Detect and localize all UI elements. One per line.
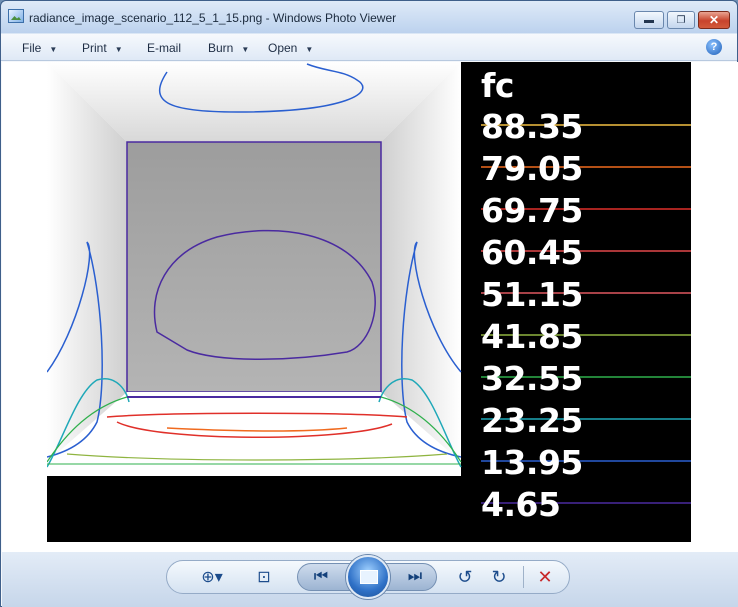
menu-burn-label: Burn xyxy=(208,41,234,55)
menu-open[interactable]: Open ▼ xyxy=(268,41,313,55)
delete-icon[interactable]: ✕ xyxy=(534,565,556,589)
menu-print[interactable]: Print ▼ xyxy=(82,41,123,55)
help-icon[interactable]: ? xyxy=(706,39,722,55)
minimize-button[interactable]: ▬ xyxy=(634,11,664,29)
menu-file[interactable]: File ▼ xyxy=(22,41,57,55)
menu-bar: File ▼ Print ▼ E-mail Burn ▼ Open ▼ xyxy=(1,34,737,61)
legend-value-13-95: 13.95 xyxy=(481,443,583,482)
legend-value-4-65: 4.65 xyxy=(481,485,561,524)
bottom-toolbar: ⊕▾ ⊡ ⏮ ⏭ ↺ ↻ ✕ xyxy=(2,552,738,607)
chevron-down-icon: ▼ xyxy=(305,45,314,54)
menu-email-label: E-mail xyxy=(147,41,182,55)
slideshow-icon xyxy=(360,570,378,584)
menu-print-label: Print xyxy=(82,41,107,55)
photo-viewer-app-icon xyxy=(8,9,24,23)
rotate-left-icon[interactable]: ↺ xyxy=(454,565,476,589)
chevron-down-icon: ▼ xyxy=(114,45,123,54)
next-icon[interactable]: ⏭ xyxy=(402,565,428,589)
legend-value-79-05: 79.05 xyxy=(481,149,583,188)
maximize-button[interactable]: ❐ xyxy=(667,11,695,29)
legend-value-51-15: 51.15 xyxy=(481,275,583,314)
menu-email[interactable]: E-mail xyxy=(147,41,181,55)
chevron-down-icon: ▼ xyxy=(49,45,58,54)
menu-burn[interactable]: Burn ▼ xyxy=(208,41,249,55)
close-button[interactable]: ✕ xyxy=(698,11,730,29)
window-title: radiance_image_scenario_112_5_1_15.png -… xyxy=(29,11,397,25)
title-bar[interactable]: radiance_image_scenario_112_5_1_15.png -… xyxy=(1,1,737,33)
legend-value-32-55: 32.55 xyxy=(481,359,583,398)
legend-unit-label: fc xyxy=(481,66,514,105)
menu-open-label: Open xyxy=(268,41,298,55)
legend-value-41-85: 41.85 xyxy=(481,317,583,356)
radiance-image: fc 88.35 79.05 69.75 60.45 51.15 41.85 3… xyxy=(47,62,691,542)
actual-size-icon[interactable]: ⊡ xyxy=(252,565,276,589)
legend-value-60-45: 60.45 xyxy=(481,233,583,272)
image-viewport: fc 88.35 79.05 69.75 60.45 51.15 41.85 3… xyxy=(2,62,738,552)
chevron-down-icon: ▼ xyxy=(241,45,250,54)
zoom-icon[interactable]: ⊕▾ xyxy=(194,565,230,589)
slideshow-button[interactable] xyxy=(346,555,390,599)
legend-value-88-35: 88.35 xyxy=(481,107,583,146)
back-wall xyxy=(126,141,382,393)
rendered-room-isocontour xyxy=(47,62,691,542)
menu-file-label: File xyxy=(22,41,42,55)
toolbar-separator xyxy=(523,566,524,588)
photo-viewer-window: radiance_image_scenario_112_5_1_15.png -… xyxy=(0,0,738,607)
image-black-strip xyxy=(47,476,461,542)
previous-icon[interactable]: ⏮ xyxy=(308,565,334,589)
legend-value-23-25: 23.25 xyxy=(481,401,583,440)
legend-value-69-75: 69.75 xyxy=(481,191,583,230)
rotate-right-icon[interactable]: ↻ xyxy=(488,565,510,589)
